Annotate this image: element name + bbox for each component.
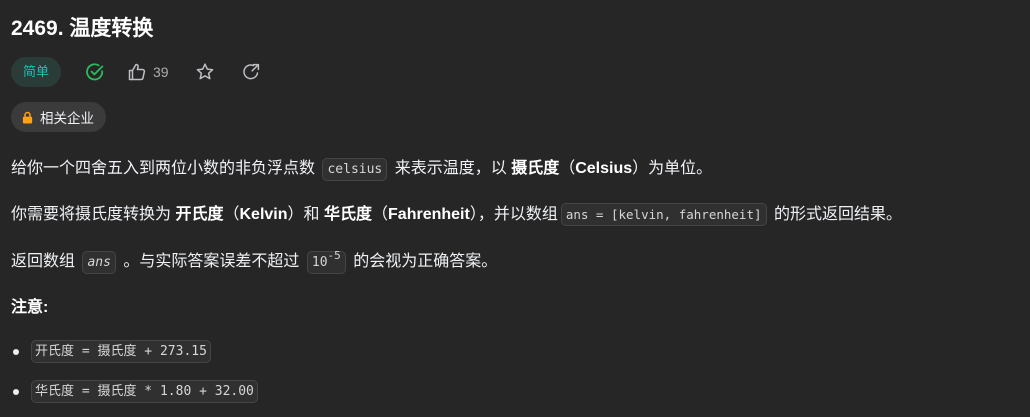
text: ）为单位。 xyxy=(632,160,713,177)
inline-code-tolerance: 10-5 xyxy=(306,248,346,274)
share-icon xyxy=(241,62,261,82)
text: 给你一个四舍五入到两位小数的非负浮点数 xyxy=(11,160,316,177)
related-companies-label: 相关企业 xyxy=(40,111,94,126)
text: 返回数组 xyxy=(11,253,76,270)
text: （ xyxy=(223,206,240,223)
inline-code-kelvin-formula: 开氏度 = 摄氏度 + 273.15 xyxy=(31,340,211,363)
bold-text: Kelvin xyxy=(239,206,288,223)
description-paragraph-3: 返回数组 ans 。与实际答案误差不超过 10-5 的会视为正确答案。 xyxy=(11,247,498,274)
text: 的会视为正确答案。 xyxy=(353,253,498,270)
text: （ xyxy=(559,160,576,177)
inline-code-ans: ans xyxy=(82,251,116,274)
problem-description-panel: 2469. 温度转换 简单 39 相关企业 给你一个四舍五入到两位小数的非负浮点… xyxy=(0,0,1030,417)
notes-heading: 注意: xyxy=(11,299,49,316)
description-paragraph-2: 你需要将摄氏度转换为 开氏度（Kelvin）和 华氏度（Fahrenheit），… xyxy=(11,200,902,226)
text: ），并以数组 xyxy=(469,206,558,223)
text: 的形式返回结果。 xyxy=(773,206,902,223)
bold-text: 开氏度 xyxy=(175,206,224,223)
inline-code-celsius: celsius xyxy=(322,158,388,181)
difficulty-badge: 简单 xyxy=(11,57,62,87)
inline-code-fahrenheit-formula: 华氏度 = 摄氏度 * 1.80 + 32.00 xyxy=(31,380,258,403)
share-button[interactable] xyxy=(241,62,261,82)
text: 你需要将摄氏度转换为 xyxy=(11,206,172,223)
list-item: 开氏度 = 摄氏度 + 273.15 xyxy=(31,340,211,363)
text: 。与实际答案误差不超过 xyxy=(123,253,300,270)
related-companies-tag[interactable]: 相关企业 xyxy=(11,102,106,132)
like-count: 39 xyxy=(153,64,169,80)
star-icon xyxy=(195,62,215,82)
text: （ xyxy=(372,206,389,223)
bold-text: Fahrenheit xyxy=(388,206,470,223)
bold-text: Celsius xyxy=(575,160,633,177)
bullet-dot xyxy=(13,349,19,355)
code-text: ans xyxy=(87,255,111,270)
inline-code-ans-array: ans = [kelvin, fahrenheit] xyxy=(560,203,767,226)
code-text: 10 xyxy=(311,255,328,270)
bold-text: 华氏度 xyxy=(323,206,372,223)
text: 来表示温度，以 xyxy=(394,160,507,177)
check-circle-icon xyxy=(85,62,105,82)
lock-icon xyxy=(21,111,34,124)
favorite-button[interactable] xyxy=(195,62,215,82)
problem-title[interactable]: 2469. 温度转换 xyxy=(11,12,153,42)
bold-text: 摄氏度 xyxy=(511,160,560,177)
like-button[interactable]: 39 xyxy=(127,62,169,82)
bullet-dot xyxy=(13,389,19,395)
list-item: 华氏度 = 摄氏度 * 1.80 + 32.00 xyxy=(31,380,258,403)
text: ）和 xyxy=(287,206,320,223)
problem-meta-row: 简单 39 xyxy=(11,57,261,87)
exponent: -5 xyxy=(327,248,341,262)
description-paragraph-1: 给你一个四舍五入到两位小数的非负浮点数 celsius 来表示温度，以 摄氏度（… xyxy=(11,154,713,181)
thumbs-up-icon xyxy=(127,62,147,82)
